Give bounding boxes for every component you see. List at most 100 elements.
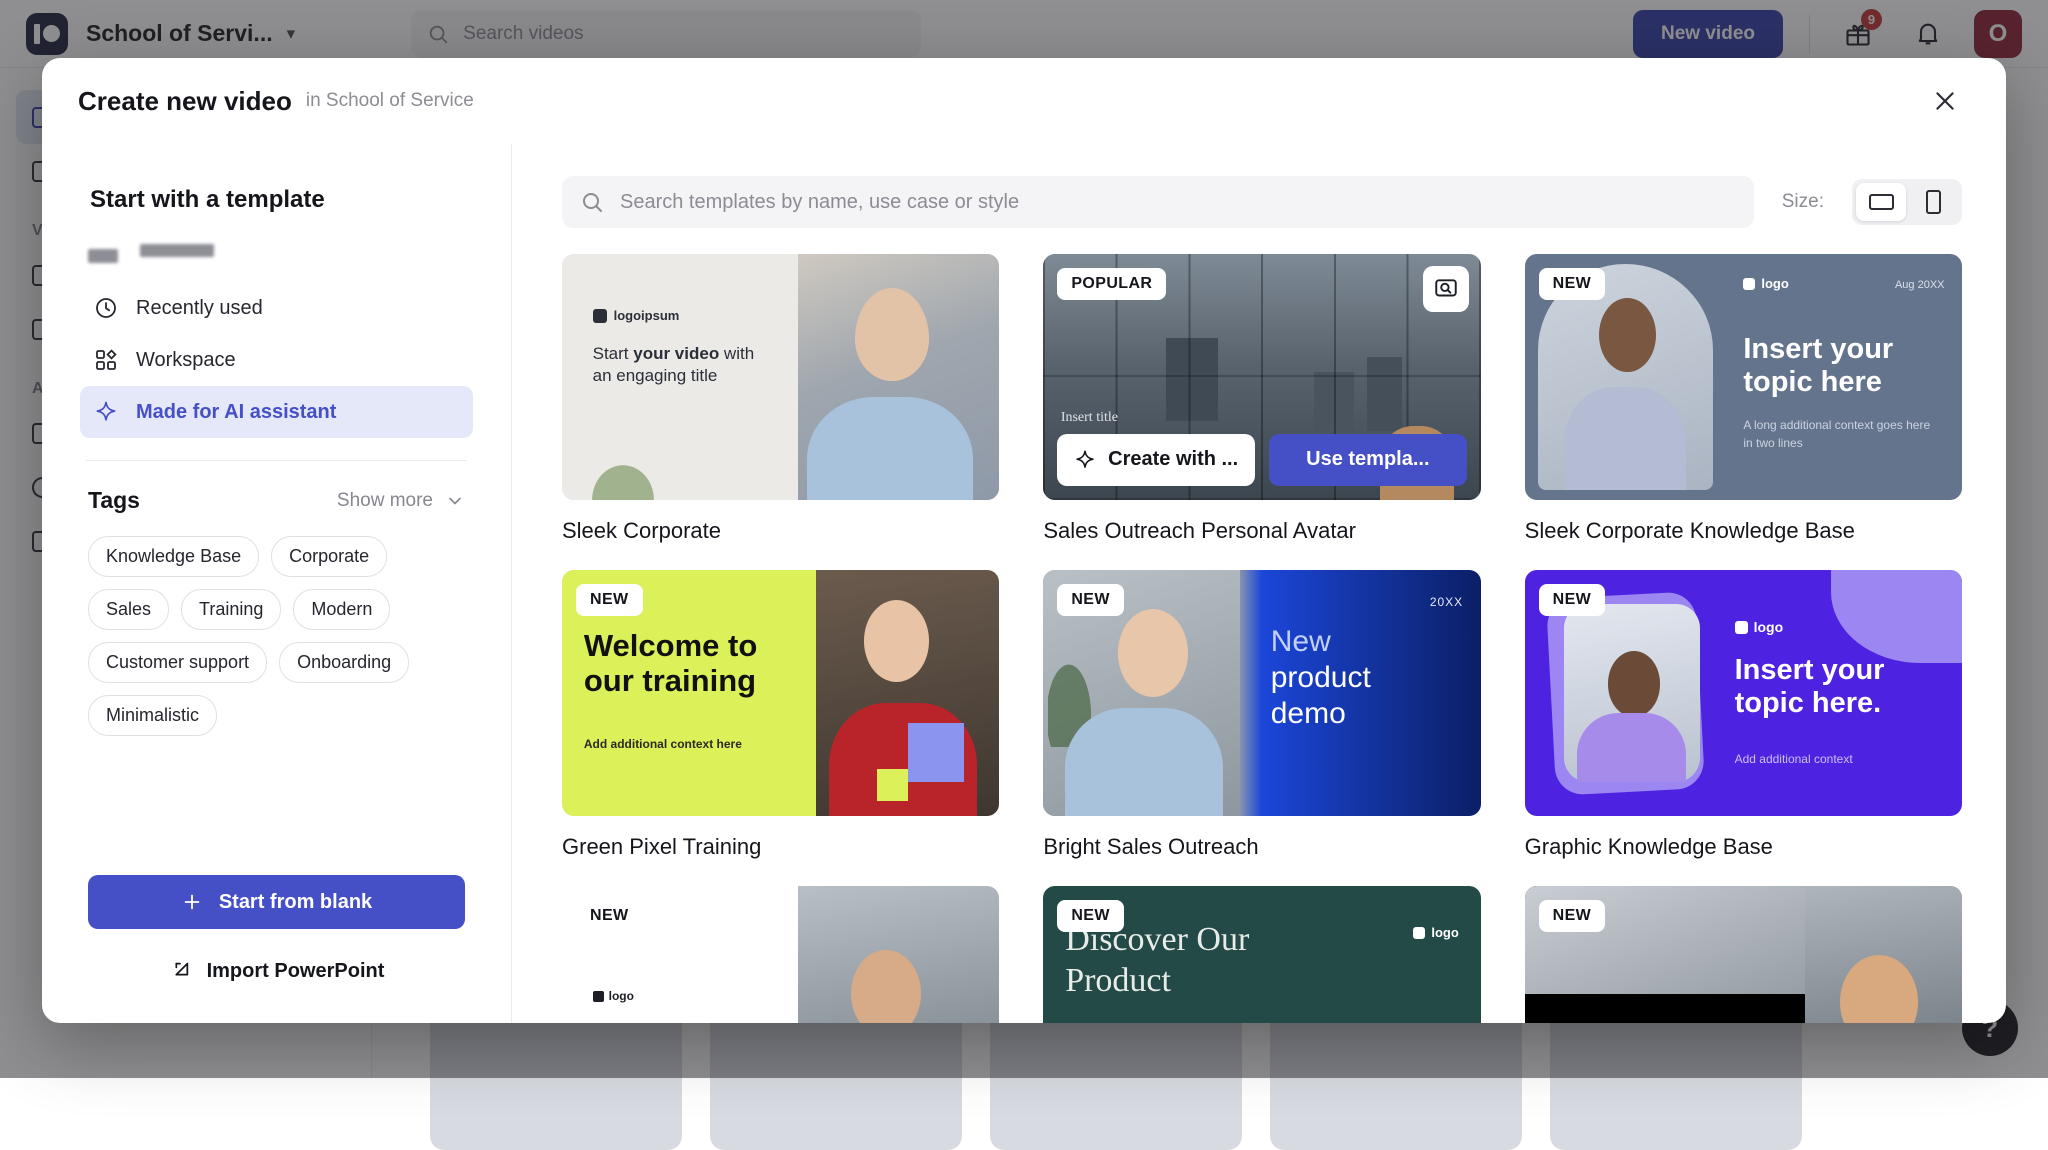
template-thumbnail[interactable]: logo Thanks for NEW — [562, 886, 999, 1023]
modal-header: Create new video in School of Service — [42, 58, 2006, 144]
slide-logo: logo — [593, 989, 634, 1003]
tags-header: Tags Show more — [88, 487, 465, 514]
show-more-label: Show more — [337, 490, 433, 512]
sidebar-footer: Start from blank Import PowerPoint — [80, 855, 473, 993]
template-card[interactable]: logoipsum Start your video with an engag… — [562, 254, 999, 544]
slide-insert-title: Insert title — [1061, 410, 1118, 426]
template-card[interactable]: logo Thanks for NEW — [562, 886, 999, 1023]
sidebar-item-label: Workspace — [136, 349, 236, 372]
import-powerpoint-label: Import PowerPoint — [207, 960, 385, 983]
size-landscape-button[interactable] — [1856, 183, 1906, 221]
template-thumbnail[interactable]: logoipsum Start your video with an engag… — [562, 254, 999, 500]
slide-heading: Insert your topic here. — [1735, 654, 1932, 720]
template-name: Green Pixel Training — [562, 834, 999, 860]
slide-heading-word: New — [1271, 625, 1331, 658]
start-from-blank-button[interactable]: Start from blank — [88, 875, 465, 929]
preview-button[interactable] — [1423, 266, 1469, 312]
use-template-button[interactable]: Use templa... — [1269, 434, 1467, 486]
redacted-icon — [88, 249, 118, 263]
import-powerpoint-button[interactable]: Import PowerPoint — [88, 949, 465, 993]
start-from-blank-label: Start from blank — [219, 891, 372, 914]
clock-icon — [94, 296, 118, 320]
tag-chip[interactable]: Modern — [293, 589, 390, 630]
sidebar-item-label: Made for AI assistant — [136, 401, 336, 424]
template-thumbnail[interactable]: Discover Our Product logo NEW — [1043, 886, 1480, 1023]
status-badge: NEW — [1539, 268, 1606, 300]
grid-icon — [94, 348, 118, 372]
thumbnail-hover-actions: Create with ... Use templa... — [1057, 434, 1466, 486]
slide-logo: logo — [1735, 619, 1784, 635]
sidebar-item-made-for-ai-assistant[interactable]: Made for AI assistant — [80, 386, 473, 438]
chevron-down-icon — [445, 491, 465, 511]
slide-logo-text: logo — [1754, 619, 1784, 635]
sparkle-icon — [1074, 449, 1096, 471]
create-with-ai-label: Create with ... — [1108, 448, 1238, 471]
create-with-ai-button[interactable]: Create with ... — [1057, 434, 1255, 486]
template-card[interactable]: Welcome to our training Add additional c… — [562, 570, 999, 860]
status-badge: NEW — [1539, 584, 1606, 616]
tag-chip[interactable]: Customer support — [88, 642, 267, 683]
template-card[interactable]: Discover Our Product logo NEW — [1043, 886, 1480, 1023]
status-badge: NEW — [1057, 900, 1124, 932]
template-name: Sales Outreach Personal Avatar — [1043, 518, 1480, 544]
template-name: Bright Sales Outreach — [1043, 834, 1480, 860]
template-card[interactable]: logo Aug 20XX Insert your topic here A l… — [1525, 254, 1962, 544]
search-icon — [580, 190, 604, 214]
slide-date: Aug 20XX — [1895, 279, 1945, 291]
tag-chip[interactable]: Corporate — [271, 536, 387, 577]
modal-subtitle: in School of Service — [306, 90, 474, 112]
template-thumbnail[interactable]: logo Insert your topic here. Add additio… — [1525, 570, 1962, 816]
sidebar-item-workspace[interactable]: Workspace — [80, 334, 473, 386]
template-toolbar: Search templates by name, use case or st… — [562, 164, 1962, 240]
status-badge: NEW — [1057, 584, 1124, 616]
size-toggle-group — [1852, 179, 1962, 225]
template-thumbnail[interactable]: Welcome to our training Add additional c… — [562, 570, 999, 816]
template-search-input[interactable]: Search templates by name, use case or st… — [562, 176, 1754, 228]
template-name: Graphic Knowledge Base — [1525, 834, 1962, 860]
template-thumbnail[interactable]: 20XX New product demo NEW — [1043, 570, 1480, 816]
preview-icon — [1433, 276, 1459, 302]
sidebar-title: Start with a template — [80, 186, 473, 214]
slide-year: 20XX — [1430, 595, 1463, 609]
close-icon[interactable] — [1924, 80, 1966, 122]
slide-logo-text: logo — [609, 989, 634, 1003]
template-card[interactable]: logo Insert your topic here. Add additio… — [1525, 570, 1962, 860]
slide-heading: Discover Our Product — [1065, 920, 1327, 1002]
slide-heading: New product demo — [1271, 624, 1463, 732]
template-card[interactable]: Insert title POPULAR — [1043, 254, 1480, 544]
size-portrait-button[interactable] — [1908, 183, 1958, 221]
template-card[interactable]: 20XX New product demo NEW Bright Sales O… — [1043, 570, 1480, 860]
show-more-tags-button[interactable]: Show more — [337, 490, 465, 512]
sidebar-item-recently-used[interactable]: Recently used — [80, 282, 473, 334]
portrait-icon — [1926, 190, 1941, 214]
tag-chip[interactable]: Onboarding — [279, 642, 409, 683]
tag-list: Knowledge Base Corporate Sales Training … — [88, 536, 465, 736]
redacted-label — [140, 244, 214, 257]
slide-heading: Welcome to our training — [584, 629, 811, 698]
modal-body: Start with a template Recently used — [42, 144, 2006, 1023]
slide-subtext: Add additional context here — [584, 737, 742, 751]
slide-title: Start your video with an engaging title — [593, 343, 794, 389]
slide-subtext: Add additional context — [1735, 752, 1853, 766]
template-thumbnail[interactable]: Insert title POPULAR — [1043, 254, 1480, 500]
slide-logo: logo — [1743, 276, 1788, 291]
slide-logo-text: logoipsum — [614, 308, 680, 323]
create-new-video-modal: Create new video in School of Service St… — [42, 58, 2006, 1023]
page-title: Create new video — [78, 86, 292, 117]
tag-chip[interactable]: Sales — [88, 589, 169, 630]
template-browser: Search templates by name, use case or st… — [512, 144, 2006, 1023]
slide-heading: Insert your topic here — [1743, 333, 1944, 400]
slide-title-part: Start — [593, 344, 634, 363]
status-badge: NEW — [576, 584, 643, 616]
tag-chip[interactable]: Training — [181, 589, 281, 630]
template-card[interactable]: hello! NEW — [1525, 886, 1962, 1023]
status-badge: NEW — [1539, 900, 1606, 932]
template-thumbnail[interactable]: hello! NEW — [1525, 886, 1962, 1023]
sidebar-item-redacted[interactable] — [80, 230, 473, 282]
slide-logo: logo — [1413, 925, 1458, 940]
tag-chip[interactable]: Minimalistic — [88, 695, 217, 736]
tag-chip[interactable]: Knowledge Base — [88, 536, 259, 577]
template-thumbnail[interactable]: logo Aug 20XX Insert your topic here A l… — [1525, 254, 1962, 500]
template-name: Sleek Corporate Knowledge Base — [1525, 518, 1962, 544]
template-grid: logoipsum Start your video with an engag… — [562, 240, 1962, 1023]
